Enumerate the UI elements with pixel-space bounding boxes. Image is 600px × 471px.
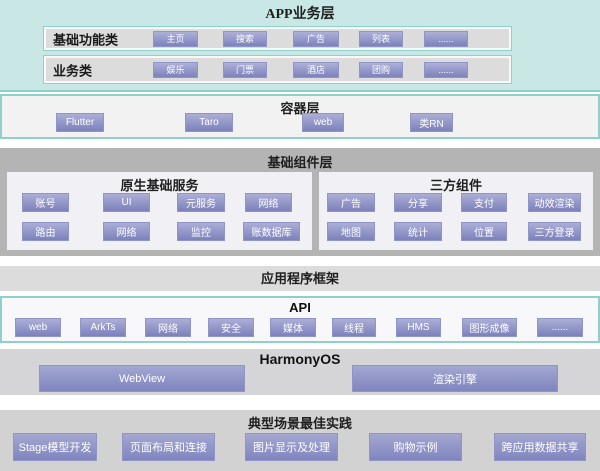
chip-button: 统计 [394, 222, 442, 241]
chip-button: 网络 [103, 222, 150, 241]
app-business-layer-title: APP业务层 [0, 0, 600, 23]
architecture-diagram: APP业务层 基础功能类 主页 搜索 广告 列表 ...... 业务类 娱乐 门… [0, 0, 600, 471]
chip-button: 账数据库 [243, 222, 300, 241]
chip-button: 广告 [327, 193, 375, 212]
third-party-title: 三方组件 [319, 172, 593, 194]
basic-function-row: 基础功能类 主页 搜索 广告 列表 ...... [43, 26, 512, 51]
chip-button: web [15, 318, 61, 337]
chip-button: 网络 [245, 193, 292, 212]
best-practices-title: 典型场景最佳实践 [0, 410, 600, 432]
chip-button: 动效渲染 [528, 193, 581, 212]
chip-button: 三方登录 [528, 222, 581, 241]
render-engine-block: 渲染引擎 [352, 365, 558, 392]
chip-button: Taro [185, 113, 233, 132]
app-framework-title: 应用程序框架 [0, 266, 600, 291]
chip-button: 安全 [208, 318, 254, 337]
chip-button: 账号 [22, 193, 69, 212]
chip-button: 列表 [359, 31, 403, 47]
layer-container: 容器层 Flutter Taro web 类RN [0, 94, 600, 139]
chip-button: 监控 [177, 222, 225, 241]
practice-block: 页面布局和连接 [122, 433, 215, 461]
chip-button: ...... [537, 318, 583, 337]
chip-button: 图形成像 [462, 318, 517, 337]
chip-button: 元服务 [177, 193, 225, 212]
layer-base-components: 基础组件层 原生基础服务 账号 UI 元服务 网络 路由 网络 监控 账数据库 … [0, 148, 600, 256]
chip-button: 分享 [394, 193, 442, 212]
business-row: 业务类 娱乐 门票 酒店 团购 ...... [43, 55, 512, 84]
native-services-group: 原生基础服务 账号 UI 元服务 网络 路由 网络 监控 账数据库 [7, 172, 312, 250]
chip-button: 搜索 [223, 31, 267, 47]
layer-best-practices: 典型场景最佳实践 Stage模型开发 页面布局和连接 图片显示及处理 购物示例 … [0, 410, 600, 471]
chip-button: UI [103, 193, 150, 212]
chip-button: 支付 [461, 193, 507, 212]
layer-api: API web ArkTs 网络 安全 媒体 线程 HMS 图形成像 .....… [0, 296, 600, 343]
third-party-group: 三方组件 广告 分享 支付 动效渲染 地图 统计 位置 三方登录 [319, 172, 593, 250]
practice-block: 购物示例 [369, 433, 462, 461]
chip-button: Flutter [56, 113, 104, 132]
chip-button: 类RN [410, 113, 453, 132]
api-title: API [2, 298, 598, 315]
practice-block: Stage模型开发 [13, 433, 97, 461]
chip-button: web [302, 113, 344, 132]
chip-button: HMS [396, 318, 441, 337]
layer-app-business: APP业务层 基础功能类 主页 搜索 广告 列表 ...... 业务类 娱乐 门… [0, 0, 600, 92]
chip-button: 网络 [145, 318, 191, 337]
layer-app-framework: 应用程序框架 [0, 266, 600, 291]
business-label: 业务类 [53, 60, 92, 79]
chip-button: ArkTs [80, 318, 126, 337]
layer-harmonyos: HarmonyOS WebView 渲染引擎 [0, 349, 600, 395]
chip-button: ...... [424, 31, 468, 47]
chip-button: 广告 [293, 31, 339, 47]
chip-button: 路由 [22, 222, 69, 241]
chip-button: 主页 [153, 31, 198, 47]
base-components-layer-title: 基础组件层 [0, 148, 600, 171]
chip-button: 地图 [327, 222, 375, 241]
chip-button: 娱乐 [153, 62, 198, 78]
chip-button: 门票 [223, 62, 267, 78]
basic-function-label: 基础功能类 [53, 29, 118, 48]
chip-button: 酒店 [293, 62, 339, 78]
practice-block: 跨应用数据共享 [494, 433, 586, 461]
practice-block: 图片显示及处理 [245, 433, 338, 461]
native-services-title: 原生基础服务 [7, 172, 312, 194]
webview-block: WebView [39, 365, 245, 392]
chip-button: ...... [424, 62, 468, 78]
chip-button: 线程 [332, 318, 376, 337]
chip-button: 团购 [359, 62, 403, 78]
chip-button: 媒体 [270, 318, 316, 337]
chip-button: 位置 [461, 222, 507, 241]
